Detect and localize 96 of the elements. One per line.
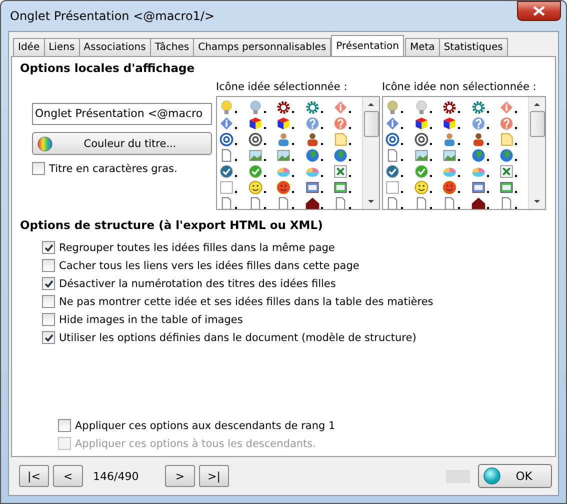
tab[interactable]: Champs personnalisables [193,38,332,56]
nav-button[interactable]: >| [199,465,229,487]
check-icon[interactable] [414,164,429,179]
scroll-down-icon[interactable] [367,199,375,205]
house-icon[interactable] [304,196,320,209]
gear-icon[interactable] [470,100,486,115]
checkmark-icon [44,332,54,342]
option-checkbox[interactable]: Ne pas montrer cette idée et ses idées filles dans la table des matières [42,295,547,308]
title-field[interactable]: Onglet Présentation <@macro [32,103,212,125]
scroll-up-icon[interactable] [367,101,375,107]
window-icon[interactable] [470,180,486,195]
spreadsheet-icon[interactable] [499,164,514,179]
section-heading: Options de structure (à l'export HTML ou XML) [20,218,324,232]
tab[interactable]: Associations [78,38,151,56]
close-icon [533,6,545,16]
smiley-icon[interactable] [414,180,429,195]
image-icon[interactable] [414,148,429,163]
image-icon[interactable] [248,148,263,163]
option-checkbox[interactable]: Utiliser les options définies dans le document (modèle de structure) [42,331,547,344]
section-heading: Options locales d'affichage [20,61,196,75]
help-icon[interactable] [333,116,348,131]
check-icon[interactable] [219,164,234,179]
globe-icon[interactable] [499,148,514,163]
person-icon[interactable] [276,132,292,147]
bulb-icon[interactable] [219,100,234,115]
cube-icon[interactable] [414,116,429,131]
window-title: Onglet Présentation <@macro1/> [10,9,216,23]
spreadsheet-icon[interactable] [333,164,348,179]
window-icon[interactable] [304,180,320,195]
document-icon[interactable] [385,148,400,163]
scroll-up-icon[interactable] [533,101,541,107]
help-icon[interactable] [499,116,514,131]
scroll-thumb[interactable] [530,111,544,137]
orb-icon [483,467,501,485]
checkmark-icon [44,242,54,252]
tab[interactable]: Statistiques [438,38,508,56]
help-icon[interactable] [304,116,320,131]
blank-page-icon[interactable] [219,180,234,195]
apply-checkbox[interactable]: Appliquer ces options aux descendants de rang 1 [58,419,547,432]
bulb-icon[interactable] [385,100,400,115]
person-icon[interactable] [442,132,458,147]
scroll-thumb[interactable] [364,111,378,137]
info-icon[interactable] [219,116,234,131]
page-counter: 146/490 [92,470,140,482]
check-icon[interactable] [248,164,263,179]
option-checkbox[interactable]: Regrouper toutes les idées filles dans la même page [42,241,547,254]
info-icon[interactable] [385,116,400,131]
person-icon[interactable] [304,132,320,147]
ok-button[interactable]: OK [478,464,552,488]
cube-icon[interactable] [248,116,263,131]
tab[interactable]: Présentation [331,35,404,56]
option-checkbox[interactable]: Désactiver la numérotation des titres des idées filles [42,277,547,290]
tab[interactable]: Liens [44,38,80,56]
document-icon[interactable] [219,148,234,163]
nav-button[interactable]: |< [19,465,49,487]
icon-list-label: Icône idée non sélectionnée : [382,81,538,93]
smiley-icon[interactable] [442,180,458,195]
smiley-icon[interactable] [276,180,292,195]
help-icon[interactable] [470,116,486,131]
image-icon[interactable] [276,148,292,163]
checkmark-icon [44,278,54,288]
scrollbar[interactable] [362,97,379,209]
globe-icon[interactable] [304,148,320,163]
scrollbar[interactable] [528,97,545,209]
close-button[interactable] [517,1,561,21]
option-checkbox[interactable]: Cacher tous les liens vers les idées filles dans cette page [42,259,547,272]
house-icon[interactable] [470,196,486,209]
image-icon[interactable] [442,148,458,163]
window-icon[interactable] [333,180,348,195]
bold-title-checkbox[interactable]: Titre en caractères gras. [32,162,212,175]
gear-icon[interactable] [276,100,292,115]
check-icon[interactable] [385,164,400,179]
globe-icon[interactable] [470,148,486,163]
person-icon[interactable] [470,132,486,147]
globe-icon[interactable] [333,148,348,163]
document-icon[interactable] [219,196,234,209]
smiley-icon[interactable] [248,180,263,195]
scroll-down-icon[interactable] [533,199,541,205]
tab[interactable]: Tâches [150,38,194,56]
icon-list-label: Icône idée sélectionnée : [216,81,348,93]
document-icon[interactable] [385,196,400,209]
icon-list[interactable] [382,96,546,210]
option-checkbox[interactable]: Hide images in the table of images [42,313,547,326]
gear-icon[interactable] [442,100,458,115]
color-wheel-icon [37,136,53,152]
tab[interactable]: Meta [404,38,440,56]
cube-icon[interactable] [442,116,458,131]
window-icon[interactable] [499,180,514,195]
tab[interactable]: Idée [13,38,45,56]
blank-page-icon[interactable] [385,180,400,195]
icon-list[interactable] [216,96,380,210]
nav-button[interactable]: > [165,465,195,487]
title-color-button[interactable]: Couleur du titre... [32,132,212,155]
nav-button[interactable]: < [53,465,83,487]
gear-icon[interactable] [304,100,320,115]
cube-icon[interactable] [276,116,292,131]
